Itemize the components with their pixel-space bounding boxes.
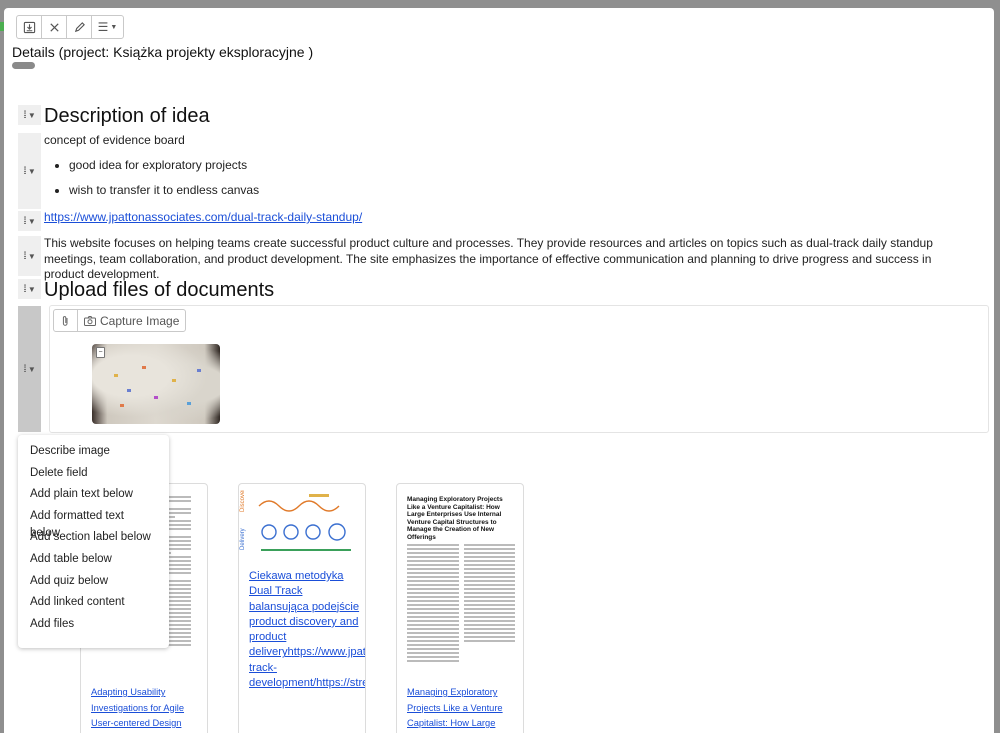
svg-text:Discovery: Discovery: [240, 490, 246, 512]
drag-handle-icon: ⁞⁞: [23, 165, 26, 177]
reference-link[interactable]: https://www.jpattonassociates.com/dual-t…: [44, 210, 362, 224]
file-title-link[interactable]: Ciekawa metodyka Dual Track balansująca …: [249, 569, 365, 691]
block-handle-paragraph[interactable]: ⁞⁞ ▼: [18, 236, 41, 276]
capture-image-button[interactable]: Capture Image: [78, 310, 185, 331]
block-handle-link[interactable]: ⁞⁞ ▼: [18, 211, 41, 231]
menu-item-add-formatted-text[interactable]: Add formatted text below: [18, 508, 169, 539]
edit-icon: [74, 21, 85, 32]
description-paragraph: This website focuses on helping teams cr…: [44, 236, 933, 281]
menu-item-add-section-label[interactable]: Add section label below: [18, 529, 169, 551]
close-button[interactable]: [42, 16, 67, 38]
upload-field: Capture Image −: [49, 305, 989, 433]
uploaded-image-thumbnail[interactable]: [92, 344, 220, 424]
svg-text:Delivery: Delivery: [240, 528, 246, 550]
details-dialog: ☰ ▼ Details (project: Książka projekty ek…: [4, 8, 994, 733]
dual-track-diagram-preview: Discovery Delivery: [240, 490, 351, 551]
capture-image-label: Capture Image: [100, 313, 180, 328]
document-preview: [407, 544, 515, 669]
upload-heading: Upload files of documents: [44, 279, 275, 301]
edit-button[interactable]: [67, 16, 92, 38]
document-heading: Managing Exploratory Projects Like a Ven…: [407, 496, 503, 541]
drag-handle-icon: ⁞⁞: [23, 283, 26, 295]
menu-item-add-quiz[interactable]: Add quiz below: [18, 573, 169, 595]
close-icon: [49, 22, 59, 32]
menu-item-add-linked-content[interactable]: Add linked content: [18, 594, 169, 616]
list-item: wish to transfer it to endless canvas: [69, 183, 259, 197]
chevron-down-icon: ▼: [27, 110, 36, 120]
chevron-down-icon: ▼: [27, 166, 36, 176]
save-icon: [23, 21, 35, 33]
collapse-pill[interactable]: [12, 62, 35, 69]
drag-handle-icon: ⁞⁞: [23, 363, 26, 375]
more-menu-button[interactable]: ☰ ▼: [92, 16, 123, 38]
drag-handle-icon: ⁞⁞: [23, 250, 26, 262]
block-handle-text[interactable]: ⁞⁞ ▼: [18, 133, 41, 209]
idea-bullet-list: good idea for exploratory projects wish …: [44, 158, 259, 208]
list-item: good idea for exploratory projects: [69, 158, 259, 172]
block-handle-heading[interactable]: ⁞⁞ ▼: [18, 105, 41, 125]
description-text: concept of evidence board: [44, 133, 185, 147]
chevron-down-icon: ▼: [27, 251, 36, 261]
attach-file-button[interactable]: [54, 310, 78, 331]
block-handle-upload[interactable]: ⁞⁞ ▼: [18, 306, 41, 432]
file-card[interactable]: Managing Exploratory Projects Like a Ven…: [396, 483, 524, 733]
menu-icon: ☰: [97, 20, 109, 34]
dialog-toolbar: ☰ ▼: [16, 15, 124, 39]
file-title-link[interactable]: Managing Exploratory Projects Like a Ven…: [407, 685, 512, 732]
chevron-down-icon: ▼: [110, 23, 118, 31]
block-context-menu: Describe image Delete field Add plain te…: [18, 435, 169, 648]
paperclip-icon: [62, 315, 68, 326]
page-title: Details (project: Książka projekty ekspl…: [12, 44, 314, 60]
drag-handle-icon: ⁞⁞: [23, 215, 26, 227]
description-heading: Description of idea: [44, 105, 210, 127]
menu-item-add-files[interactable]: Add files: [18, 616, 169, 638]
save-button[interactable]: [17, 16, 42, 38]
upload-toolbar: Capture Image: [53, 309, 187, 332]
chevron-down-icon: ▼: [27, 216, 36, 226]
menu-item-add-table[interactable]: Add table below: [18, 551, 169, 573]
menu-item-describe-image[interactable]: Describe image: [18, 443, 169, 465]
chevron-down-icon: ▼: [27, 364, 36, 374]
file-card[interactable]: Discovery Delivery Ciekawa metodyka Dual…: [238, 483, 366, 733]
menu-item-add-plain-text[interactable]: Add plain text below: [18, 486, 169, 508]
chevron-down-icon: ▼: [27, 284, 36, 294]
file-title-link[interactable]: Adapting Usability Investigations for Ag…: [91, 685, 201, 732]
camera-icon: [84, 315, 96, 326]
drag-handle-icon: ⁞⁞: [23, 109, 26, 121]
menu-item-delete-field[interactable]: Delete field: [18, 465, 169, 487]
block-handle-upload-heading[interactable]: ⁞⁞ ▼: [18, 279, 41, 299]
file-icon[interactable]: −: [96, 347, 105, 358]
